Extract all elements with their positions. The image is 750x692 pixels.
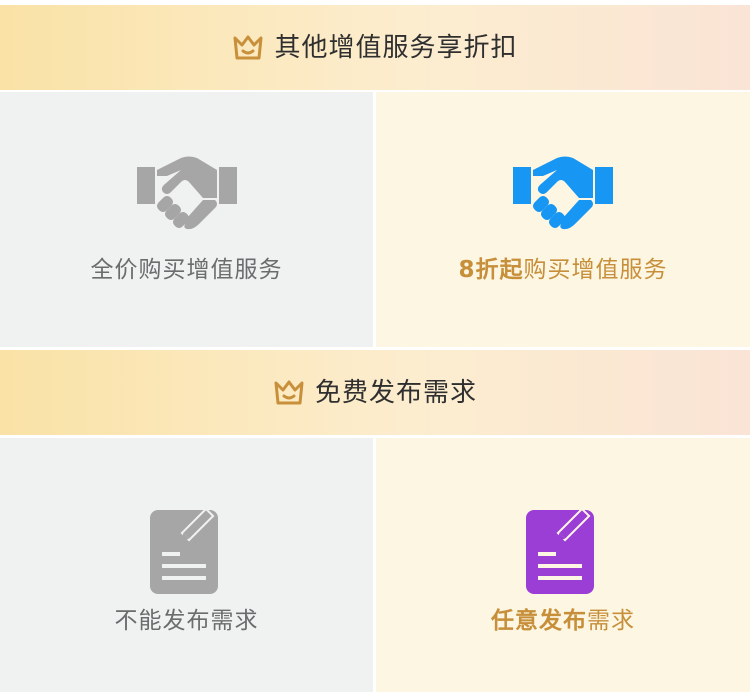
benefits-comparison: 其他增值服务享折扣 全价购买增值服务 8折起购买增值服务 免费发布需求 不能发布…	[0, 0, 750, 692]
free-post-highlight: 任意发布	[491, 608, 587, 634]
crown-icon	[233, 35, 263, 59]
section-title: 免费发布需求	[314, 377, 477, 408]
section-header-free-post: 免费发布需求	[0, 350, 750, 435]
icon-wrap	[376, 152, 750, 230]
icon-wrap	[0, 152, 373, 230]
handshake-icon	[136, 156, 237, 230]
document-edit-icon	[149, 507, 218, 594]
card-free-post: 任意发布需求	[376, 438, 750, 692]
card-label-suffix: 购买增值服务	[523, 257, 668, 283]
card-label: 不能发布需求	[114, 608, 259, 634]
document-edit-icon	[526, 507, 594, 594]
section-header-discount: 其他增值服务享折扣	[0, 5, 750, 90]
crown-icon	[274, 380, 304, 404]
handshake-icon	[513, 156, 613, 230]
card-label: 8折起购买增值服务	[376, 259, 750, 282]
card-no-post: 不能发布需求	[0, 438, 373, 692]
card-label: 全价购买增值服务	[90, 257, 283, 283]
card-discount: 8折起购买增值服务	[376, 92, 750, 347]
card-label: 任意发布需求	[376, 610, 750, 633]
section-title: 其他增值服务享折扣	[274, 32, 518, 63]
icon-wrap	[376, 506, 750, 594]
card-label-suffix: 需求	[587, 608, 635, 634]
card-full-price: 全价购买增值服务	[0, 92, 373, 347]
icon-wrap	[0, 506, 373, 594]
discount-highlight: 8折起	[458, 257, 524, 283]
